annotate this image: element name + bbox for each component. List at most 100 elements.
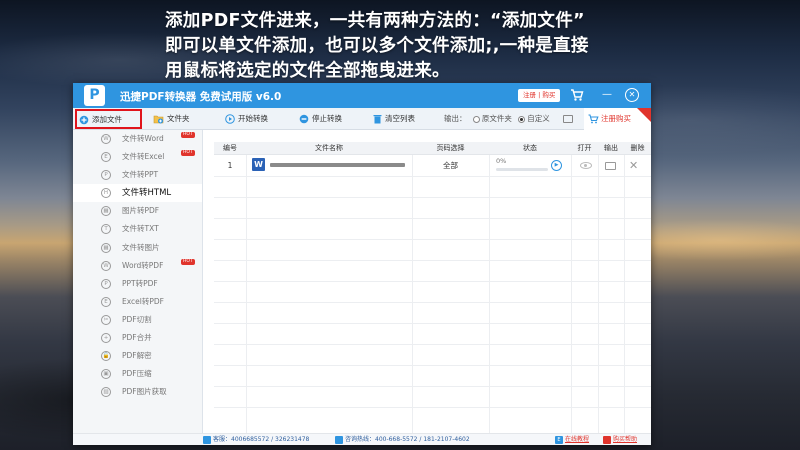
add-file-button[interactable]: 添加文件 bbox=[75, 109, 142, 129]
sidebar-item[interactable]: H 文件转HTML bbox=[73, 184, 202, 203]
qq-contact: 客服：4006685572 / 326231478 bbox=[203, 434, 309, 445]
support-link[interactable]: 购买帮助 bbox=[603, 434, 637, 445]
start-convert-label: 开始转换 bbox=[238, 114, 268, 123]
qq-icon bbox=[203, 435, 211, 444]
cart-icon[interactable] bbox=[570, 88, 584, 102]
word-file-icon: W bbox=[252, 158, 265, 171]
caption-text: 添加PDF文件进来，一共有两种方法的：“添加文件” 即可以单文件添加，也可以多个… bbox=[165, 9, 665, 84]
file-list: 编号 文件名称 页码选择 状态 打开 输出 删除 1 W 全部 0% ▶ ✕ bbox=[214, 142, 651, 433]
support-icon bbox=[603, 435, 611, 444]
sidebar-item-icon: ▦ bbox=[101, 242, 111, 253]
title-bar: P 迅捷PDF转换器 免费试用版 v6.0 注册 | 购买 — ✕ bbox=[73, 83, 651, 108]
table-header: 编号 文件名称 页码选择 状态 打开 输出 删除 bbox=[214, 142, 651, 155]
hot-badge: HOT bbox=[181, 150, 195, 157]
sidebar-item-label: 文件转图片 bbox=[122, 242, 160, 252]
sidebar-item[interactable]: ▦ 文件转图片 bbox=[73, 239, 202, 257]
grid-line bbox=[214, 281, 651, 282]
caption-line-1: 添加PDF文件进来，一共有两种方法的：“添加文件” bbox=[165, 11, 585, 31]
sidebar-item-label: PDF合并 bbox=[122, 333, 152, 343]
close-button[interactable]: ✕ bbox=[625, 88, 639, 102]
output-folder-icon[interactable] bbox=[605, 162, 616, 170]
caption-line-3: 用鼠标将选定的文件全部拖曳进来。 bbox=[165, 61, 450, 81]
play-icon[interactable]: ▶ bbox=[551, 160, 562, 171]
sidebar-item[interactable]: W 文件转Word HOT bbox=[73, 130, 202, 148]
grid-line bbox=[214, 344, 651, 345]
header-open: 打开 bbox=[577, 144, 592, 152]
original-folder-label: 原文件夹 bbox=[481, 114, 512, 123]
tutorial-link[interactable]: E 在线教程 bbox=[555, 434, 589, 445]
progress-bar bbox=[496, 168, 548, 171]
minimize-button[interactable]: — bbox=[600, 88, 614, 102]
start-convert-button[interactable]: 开始转换 bbox=[225, 108, 268, 130]
open-eye-icon[interactable] bbox=[580, 162, 592, 169]
sidebar-item[interactable]: E 文件转Excel HOT bbox=[73, 148, 202, 166]
add-folder-button[interactable]: 文件夹 bbox=[153, 108, 190, 130]
sidebar-item-label: 文件转HTML bbox=[122, 188, 172, 199]
sidebar-item-label: PDF图片获取 bbox=[122, 387, 167, 397]
sidebar-item-icon: E bbox=[101, 296, 111, 307]
sidebar-item[interactable]: 🔓 PDF解密 bbox=[73, 347, 202, 365]
grid-line bbox=[571, 142, 572, 433]
clear-list-button[interactable]: 清空列表 bbox=[373, 108, 415, 130]
sidebar-item[interactable]: P PPT转PDF bbox=[73, 275, 202, 293]
sidebar-item-icon: P bbox=[101, 170, 111, 181]
sidebar-item-icon: T bbox=[101, 224, 111, 235]
page-selection[interactable]: 全部 bbox=[412, 155, 489, 176]
add-file-icon bbox=[79, 115, 89, 125]
sidebar-item[interactable]: W Word转PDF HOT bbox=[73, 257, 202, 275]
radio-custom[interactable] bbox=[518, 115, 526, 123]
sidebar-item-icon: ▨ bbox=[101, 387, 111, 398]
grid-line bbox=[214, 365, 651, 366]
sidebar: W 文件转Word HOT E 文件转Excel HOT P 文件转PPT H 文件转HTML ▦ 图… bbox=[73, 130, 203, 433]
play-icon bbox=[225, 114, 235, 124]
sidebar-item-label: 文件转TXT bbox=[122, 224, 159, 234]
sidebar-item-icon: + bbox=[101, 333, 111, 344]
browse-folder-icon[interactable] bbox=[563, 115, 573, 123]
header-status: 状态 bbox=[523, 144, 537, 152]
sidebar-item-icon: W bbox=[101, 134, 111, 144]
hot-badge: HOT bbox=[181, 132, 195, 138]
hot-badge: HOT bbox=[181, 258, 195, 265]
grid-line bbox=[214, 407, 651, 408]
sidebar-item[interactable]: ✂ PDF切割 bbox=[73, 311, 202, 329]
file-name-redacted bbox=[270, 163, 405, 167]
sidebar-item[interactable]: ▦ 图片转PDF bbox=[73, 202, 202, 220]
status-bar: 客服：4006685572 / 326231478 咨询热线：400-668-5… bbox=[73, 433, 651, 445]
grid-line bbox=[246, 142, 247, 433]
sidebar-item-icon: W bbox=[101, 260, 111, 271]
register-purchase-button[interactable]: 注册购买 bbox=[584, 108, 651, 130]
grid-line bbox=[214, 323, 651, 324]
grid-line bbox=[214, 176, 651, 177]
grid-line bbox=[489, 142, 490, 433]
sidebar-item[interactable]: + PDF合并 bbox=[73, 329, 202, 347]
stop-convert-button[interactable]: 停止转换 bbox=[299, 108, 342, 130]
table-row[interactable]: 1 W 全部 0% ▶ ✕ bbox=[214, 155, 651, 176]
sidebar-item-icon: ▣ bbox=[101, 369, 111, 380]
sidebar-item[interactable]: P 文件转PPT bbox=[73, 166, 202, 184]
cart-icon bbox=[588, 114, 599, 124]
sidebar-item-label: Word转PDF bbox=[122, 260, 164, 270]
sidebar-item[interactable]: ▣ PDF压缩 bbox=[73, 365, 202, 383]
radio-original-folder[interactable] bbox=[472, 115, 480, 123]
add-folder-label: 文件夹 bbox=[167, 114, 190, 123]
sidebar-item-label: PDF切割 bbox=[122, 314, 152, 324]
sidebar-item-label: PDF压缩 bbox=[122, 369, 152, 379]
sidebar-item[interactable]: ▨ PDF图片获取 bbox=[73, 383, 202, 401]
header-pages: 页码选择 bbox=[436, 144, 465, 152]
sidebar-item-icon: P bbox=[101, 278, 111, 289]
sidebar-item-icon: 🔓 bbox=[101, 351, 111, 362]
grid-line bbox=[214, 239, 651, 240]
converter-window: P 迅捷PDF转换器 免费试用版 v6.0 注册 | 购买 — ✕ 添加文件 文… bbox=[73, 83, 651, 445]
sidebar-item[interactable]: T 文件转TXT bbox=[73, 220, 202, 238]
grid-line bbox=[412, 142, 413, 433]
row-index: 1 bbox=[227, 161, 233, 170]
register-buy-link[interactable]: 注册 | 购买 bbox=[518, 89, 561, 102]
phone-text: 咨询热线：400-668-5572 / 181-2107-4602 bbox=[345, 436, 470, 443]
delete-icon[interactable]: ✕ bbox=[629, 155, 638, 176]
sidebar-item[interactable]: E Excel转PDF bbox=[73, 293, 202, 311]
folder-icon bbox=[153, 115, 164, 124]
grid-line bbox=[598, 142, 599, 433]
progress-percent: 0% bbox=[496, 157, 507, 165]
clear-list-label: 清空列表 bbox=[385, 114, 415, 123]
stop-icon bbox=[299, 114, 309, 124]
